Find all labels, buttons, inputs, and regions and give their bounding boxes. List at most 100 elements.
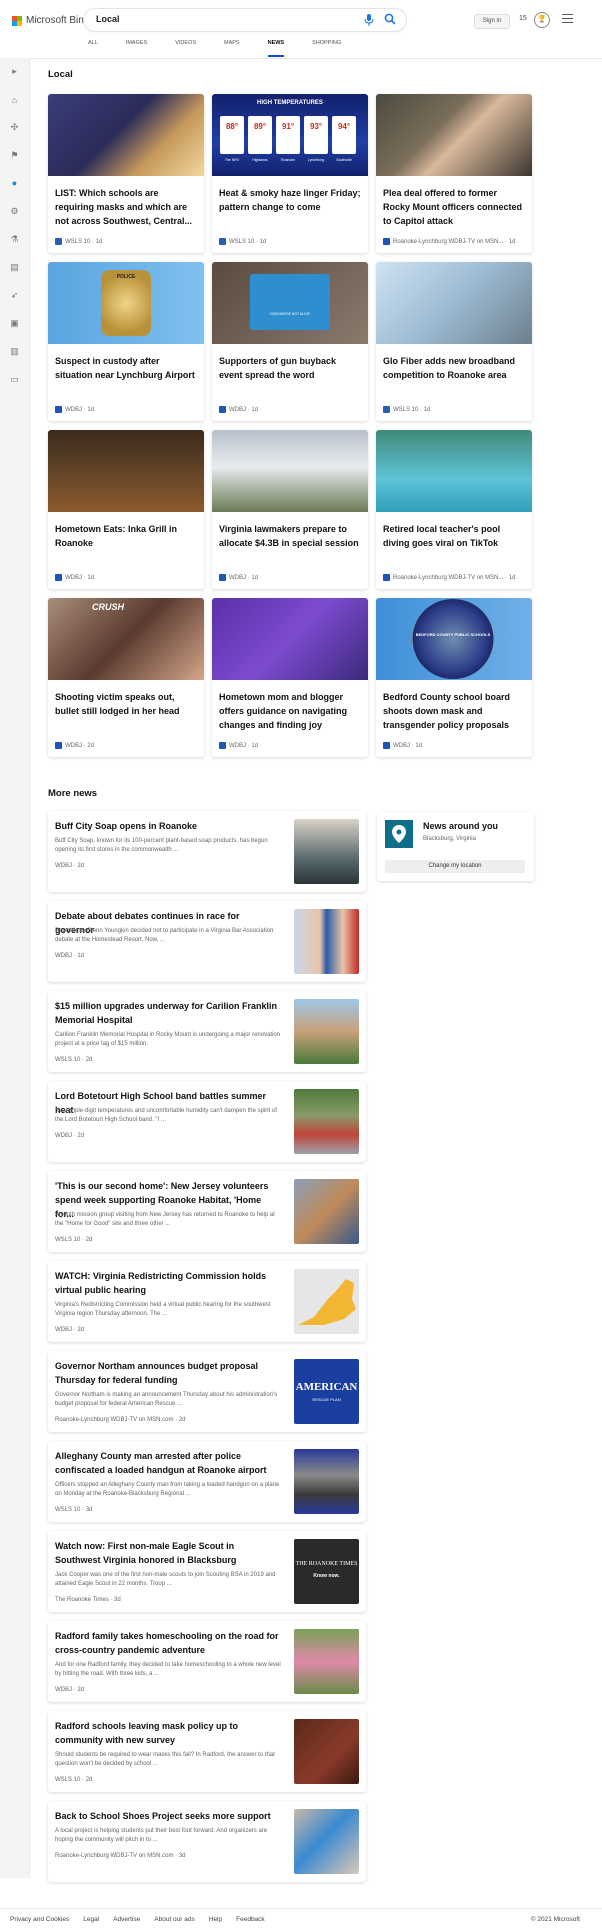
laptop-icon[interactable]: ▭ [9,374,20,385]
news-list-item[interactable]: Radford family takes homeschooling on th… [48,1621,366,1702]
item-image [294,819,359,884]
card-title[interactable]: Bedford County school board shoots down … [383,690,525,732]
card-title[interactable]: LIST: Which schools are requiring masks … [55,186,197,228]
news-card[interactable]: Retired local teacher's pool diving goes… [376,430,532,589]
item-title[interactable]: Watch now: First non-male Eagle Scout in… [55,1539,281,1567]
news-list-item[interactable]: Watch now: First non-male Eagle Scout in… [48,1531,366,1612]
footer-link-help[interactable]: Help [209,1916,222,1923]
card-title[interactable]: Shooting victim speaks out, bullet still… [55,690,197,718]
wsls-icon [55,238,62,245]
sign-in-button[interactable]: Sign in [474,14,510,29]
building-icon[interactable]: ▥ [9,346,20,357]
footer-link-advertise[interactable]: Advertise [113,1916,140,1923]
news-list-item[interactable]: Alleghany County man arrested after poli… [48,1441,366,1522]
item-snippet: Virginia's Redistricting Commission held… [55,1302,271,1317]
trending-icon[interactable]: ✣ [9,122,20,133]
tab-shopping[interactable]: SHOPPING [312,40,341,57]
rocket-icon[interactable]: ➶ [9,290,20,301]
item-title[interactable]: Governor Northam announces budget propos… [55,1359,281,1387]
footer-link-privacy[interactable]: Privacy and Cookies [10,1916,69,1923]
location-pin-icon[interactable]: ● [9,178,20,189]
news-card[interactable]: DISCHARGE NOT ALIVE Supporters of gun bu… [212,262,368,421]
home-icon[interactable]: ⌂ [9,95,20,106]
news-list-item[interactable]: Back to School Shoes Project seeks more … [48,1801,366,1882]
menu-icon[interactable] [562,14,573,24]
science-icon[interactable]: ⚗ [9,234,20,245]
news-card[interactable]: LIST: Which schools are requiring masks … [48,94,204,253]
card-image: HIGH TEMPERATURES 88° 89° 91° 93° 94° Th… [212,94,368,176]
news-list-item[interactable]: Radford schools leaving mask policy up t… [48,1711,366,1792]
search-box[interactable]: Local [84,9,406,31]
tab-maps[interactable]: MAPS [224,40,240,57]
news-list-item[interactable]: Buff City Soap opens in Roanoke Buff Cit… [48,811,366,892]
news-card[interactable]: Hometown mom and blogger offers guidance… [212,598,368,757]
item-snippet: Officers stopped an Alleghany County man… [55,1482,280,1497]
news-list-item[interactable]: Debate about debates continues in race f… [48,901,366,982]
news-card[interactable]: CRUSH Shooting victim speaks out, bullet… [48,598,204,757]
footer-link-about-ads[interactable]: About our ads [154,1916,194,1923]
card-title[interactable]: Retired local teacher's pool diving goes… [383,522,525,550]
item-title[interactable]: $15 million upgrades underway for Carili… [55,999,281,1027]
copyright: © 2021 Microsoft [530,1916,580,1923]
card-title[interactable]: Hometown Eats: Inka Grill in Roanoke [55,522,197,550]
tab-all[interactable]: ALL [88,40,98,57]
news-card[interactable]: Virginia lawmakers prepare to allocate $… [212,430,368,589]
news-card[interactable]: BEDFORD COUNTY PUBLIC SCHOOLS Bedford Co… [376,598,532,757]
card-source: WDBJ · 1d [383,742,422,749]
footer-link-feedback[interactable]: Feedback [236,1916,265,1923]
card-title[interactable]: Suspect in custody after situation near … [55,354,197,382]
tv-icon[interactable]: ▣ [9,318,20,329]
item-image [294,1269,359,1334]
card-image [376,262,532,344]
news-around-you-panel: News around you Blacksburg, Virginia Cha… [377,812,534,881]
card-title[interactable]: Virginia lawmakers prepare to allocate $… [219,522,361,550]
tab-images[interactable]: IMAGES [126,40,147,57]
wdbj-icon [55,574,62,581]
change-location-button[interactable]: Change my location [385,860,525,873]
microphone-icon[interactable] [364,14,376,26]
expand-icon[interactable]: ▸ [9,66,20,77]
news-card[interactable]: HIGH TEMPERATURES 88° 89° 91° 93° 94° Th… [212,94,368,253]
item-title[interactable]: Radford schools leaving mask policy up t… [55,1719,281,1747]
item-title[interactable]: WATCH: Virginia Redistricting Commission… [55,1269,281,1297]
card-title[interactable]: Plea deal offered to former Rocky Mount … [383,186,525,228]
rewards-count[interactable]: 15 [519,15,527,22]
item-snippet: Republican Glenn Youngkin decided not to… [55,928,274,943]
news-list-item[interactable]: WATCH: Virginia Redistricting Commission… [48,1261,366,1342]
card-source: WDBJ · 2d [55,742,94,749]
search-icon[interactable] [384,13,396,25]
chart-icon[interactable]: ▤ [9,262,20,273]
item-title[interactable]: Buff City Soap opens in Roanoke [55,819,281,833]
tools-icon[interactable]: ⚙ [9,206,20,217]
news-card[interactable]: Glo Fiber adds new broadband competition… [376,262,532,421]
news-list-item[interactable]: $15 million upgrades underway for Carili… [48,991,366,1072]
card-title[interactable]: Supporters of gun buyback event spread t… [219,354,361,382]
item-title[interactable]: Alleghany County man arrested after poli… [55,1449,281,1477]
header: Microsoft Bing Local Sign in 15 🏆 ALL IM… [0,0,602,59]
item-snippet: Near-triple-digit temperatures and uncom… [55,1108,277,1123]
item-title[interactable]: Radford family takes homeschooling on th… [55,1629,281,1657]
news-card[interactable]: Hometown Eats: Inka Grill in Roanoke WDB… [48,430,204,589]
rewards-trophy-icon[interactable]: 🏆 [534,12,550,28]
card-image: DISCHARGE NOT ALIVE [212,262,368,344]
footer-link-legal[interactable]: Legal [83,1916,99,1923]
news-list-item[interactable]: 'This is our second home': New Jersey vo… [48,1171,366,1252]
item-source: Roanoke-Lynchburg WDBJ-TV on MSN.com · 2… [55,1417,186,1423]
news-list-item[interactable]: Governor Northam announces budget propos… [48,1351,366,1432]
news-list-item[interactable]: Lord Botetourt High School band battles … [48,1081,366,1162]
card-title[interactable]: Heat & smoky haze linger Friday; pattern… [219,186,361,214]
card-title[interactable]: Glo Fiber adds new broadband competition… [383,354,525,382]
card-image [48,94,204,176]
weather-headline: HIGH TEMPERATURES [257,100,323,106]
search-input[interactable]: Local [96,14,120,24]
news-card[interactable]: Plea deal offered to former Rocky Mount … [376,94,532,253]
bing-logo[interactable]: Microsoft Bing [12,15,89,26]
news-card[interactable]: POLICE Suspect in custody after situatio… [48,262,204,421]
wdbj-icon [383,742,390,749]
flag-icon[interactable]: ⚑ [9,150,20,161]
card-source: Roanoke-Lynchburg WDBJ-TV on MSN... · 1d [383,574,516,581]
tab-videos[interactable]: VIDEOS [175,40,196,57]
tab-news[interactable]: NEWS [267,40,284,57]
card-title[interactable]: Hometown mom and blogger offers guidance… [219,690,361,732]
item-title[interactable]: Back to School Shoes Project seeks more … [55,1809,281,1823]
